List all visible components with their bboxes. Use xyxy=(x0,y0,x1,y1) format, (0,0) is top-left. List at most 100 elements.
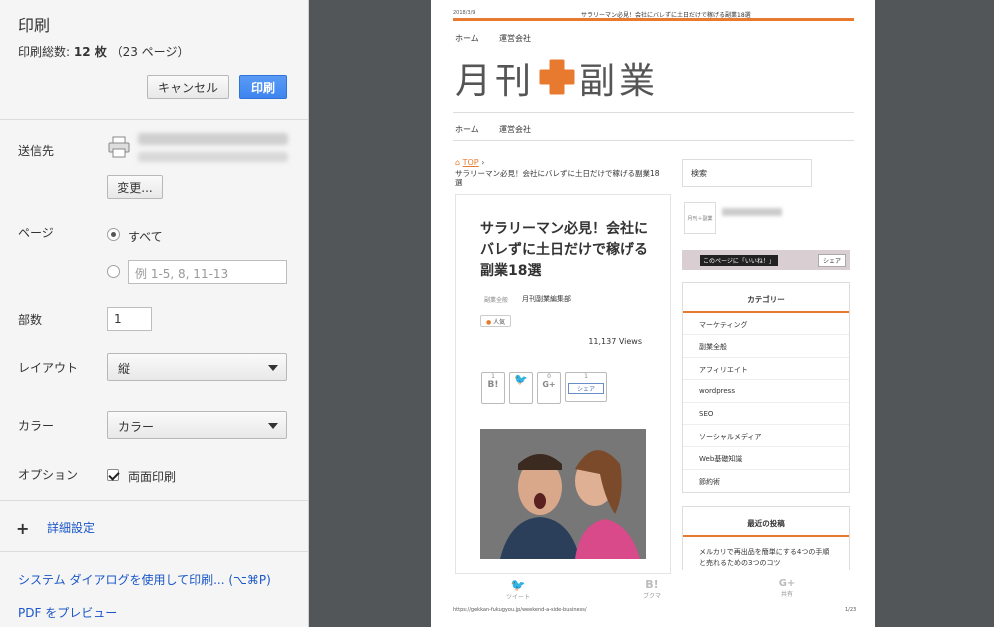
divider xyxy=(453,112,854,113)
article-tag: ● 人気 xyxy=(480,315,512,327)
chevron-down-icon xyxy=(268,365,278,371)
layout-select[interactable]: 縦 xyxy=(107,353,287,381)
duplex-label: 両面印刷 xyxy=(128,470,177,484)
footer-share-label: 共有 xyxy=(780,591,793,598)
category-item: ソーシャルメディア xyxy=(683,425,849,448)
pdf-preview-link[interactable]: PDF をプレビュー xyxy=(18,604,117,621)
copies-label: 部数 xyxy=(18,313,43,327)
preview-url: https://gekkan-fukugyou.jp/weekend-a-sid… xyxy=(453,607,587,613)
category-item: アフィリエイト xyxy=(683,358,849,381)
layout-select-value: 縦 xyxy=(118,362,131,376)
print-settings-panel: 印刷 印刷総数: 12 枚 （23 ページ） キャンセル 印刷 送信先 変更..… xyxy=(0,0,309,627)
header-accent-bar xyxy=(453,18,854,21)
destination-sub-blurred xyxy=(138,152,288,162)
pages-all-radio[interactable] xyxy=(107,228,120,241)
category-item: 節約術 xyxy=(699,477,720,486)
chevron-down-icon xyxy=(268,423,278,429)
article-views: 11,137 Views xyxy=(588,337,642,346)
nav-home: ホーム xyxy=(455,34,479,43)
hatena-icon: B! xyxy=(645,578,659,591)
category-item: wordpress xyxy=(683,380,849,403)
article-card: サラリーマン必見！会社にバレずに土日だけで稼げる副業18選 副業全般 月刊副業編… xyxy=(455,194,671,574)
chevron-right-icon: › xyxy=(481,158,485,167)
breadcrumb-top: TOP xyxy=(462,158,479,167)
color-select[interactable]: カラー xyxy=(107,411,287,439)
print-total-label: 印刷総数: xyxy=(18,45,71,59)
pages-range-radio[interactable] xyxy=(107,265,120,278)
facebook-share-label: シェア xyxy=(568,383,604,394)
preview-date: 2018/3/9 xyxy=(453,10,476,16)
twitter-share-box: 🐦 xyxy=(509,372,533,404)
footer-bookmark-label: ブクマ xyxy=(642,593,661,600)
article-category: 副業全般 xyxy=(484,297,509,304)
google-plus-icon: G+ xyxy=(542,380,556,389)
copies-input[interactable]: 1 xyxy=(107,307,152,331)
recent-title: 最近の投稿 xyxy=(683,507,849,537)
advanced-settings-link[interactable]: 詳細設定 xyxy=(47,519,95,536)
footer-bookmark: B! ブクマ xyxy=(637,578,667,600)
color-label: カラー xyxy=(18,419,55,433)
print-total: 印刷総数: 12 枚 （23 ページ） xyxy=(18,43,189,60)
divider xyxy=(0,500,308,501)
google-plus-icon: G+ xyxy=(778,578,796,589)
nav-home-2: ホーム xyxy=(455,125,479,134)
pages-label: ページ xyxy=(18,226,54,240)
category-item: Web基礎知識 xyxy=(683,447,849,470)
banner-share: シェア xyxy=(817,254,846,267)
sidebar-profile: 月刊＋副業 xyxy=(682,200,850,236)
color-select-value: カラー xyxy=(118,420,155,434)
logo-left: 月刊 xyxy=(455,61,536,102)
facebook-share-box: 1 シェア xyxy=(565,372,607,402)
pages-range-input[interactable]: 例 1-5, 8, 11-13 xyxy=(128,260,287,284)
breadcrumb-current: サラリーマン必見！会社にバレずに土日だけで稼げる副業18選 xyxy=(455,169,660,187)
facebook-like-banner: このページに「いいね！」 シェア xyxy=(682,250,850,270)
divider xyxy=(0,119,308,120)
layout-label: レイアウト xyxy=(18,361,79,375)
category-widget: カテゴリー マーケティング 副業全般 アフィリエイト wordpress SEO… xyxy=(682,282,850,494)
footer-tweet-label: ツイート xyxy=(505,594,530,601)
logo-right: 副業 xyxy=(579,61,660,102)
print-button[interactable]: 印刷 xyxy=(239,75,287,99)
home-icon: ⌂ xyxy=(455,158,461,167)
article-tag-label: 人気 xyxy=(493,319,506,326)
hatena-count: 1 xyxy=(491,373,495,380)
print-preview-page: 2018/3/9 サラリーマン必見！会社にバレずに土日だけで稼げる副業18選 ホ… xyxy=(431,0,875,627)
footer-share: G+ 共有 xyxy=(772,578,802,598)
panel-title: 印刷 xyxy=(18,16,51,35)
hatena-icon: B! xyxy=(487,380,499,390)
recent-posts-widget: 最近の投稿 メルカリで再出品を簡単にする4つの手順と売れるための3つのコツ xyxy=(682,506,850,570)
category-item: マーケティング xyxy=(683,313,849,336)
profile-text-blurred xyxy=(722,208,782,216)
print-total-pages: （23 ページ） xyxy=(110,45,190,59)
banner-text: このページに「いいね！」 xyxy=(700,255,778,266)
print-total-value: 12 枚 xyxy=(73,45,107,59)
google-count: 0 xyxy=(547,373,551,380)
twitter-icon: 🐦 xyxy=(510,578,526,592)
article-photo xyxy=(480,429,646,559)
preview-page-number: 1/23 xyxy=(845,607,857,613)
profile-logo-thumbnail: 月刊＋副業 xyxy=(684,202,716,234)
printer-icon xyxy=(108,136,130,158)
article-author: 月刊副業編集部 xyxy=(522,295,571,303)
logo-plus-icon xyxy=(539,59,575,95)
divider xyxy=(453,140,854,141)
category-title: カテゴリー xyxy=(683,283,849,313)
nav-company: 運営会社 xyxy=(499,34,531,43)
category-item: SEO xyxy=(683,403,849,425)
destination-name-blurred xyxy=(138,133,288,145)
system-dialog-link[interactable]: システム ダイアログを使用して印刷... (⌥⌘P) xyxy=(18,571,271,588)
duplex-checkbox[interactable] xyxy=(107,469,119,481)
recent-post: メルカリで再出品を簡単にする4つの手順と売れるための3つのコツ xyxy=(699,548,830,567)
change-destination-button[interactable]: 変更... xyxy=(107,175,163,199)
divider xyxy=(0,551,308,552)
google-share-box: 0 G+ xyxy=(537,372,561,404)
sidebar-search: 検索 xyxy=(682,159,812,187)
nav-company-2: 運営会社 xyxy=(499,125,531,134)
options-label: オプション xyxy=(18,468,79,482)
destination-label: 送信先 xyxy=(18,144,55,158)
facebook-count: 1 xyxy=(584,373,588,380)
cancel-button[interactable]: キャンセル xyxy=(147,75,229,99)
tag-icon: ● xyxy=(486,319,492,326)
plus-icon[interactable]: + xyxy=(16,519,29,538)
pages-all-label: すべて xyxy=(128,230,163,244)
